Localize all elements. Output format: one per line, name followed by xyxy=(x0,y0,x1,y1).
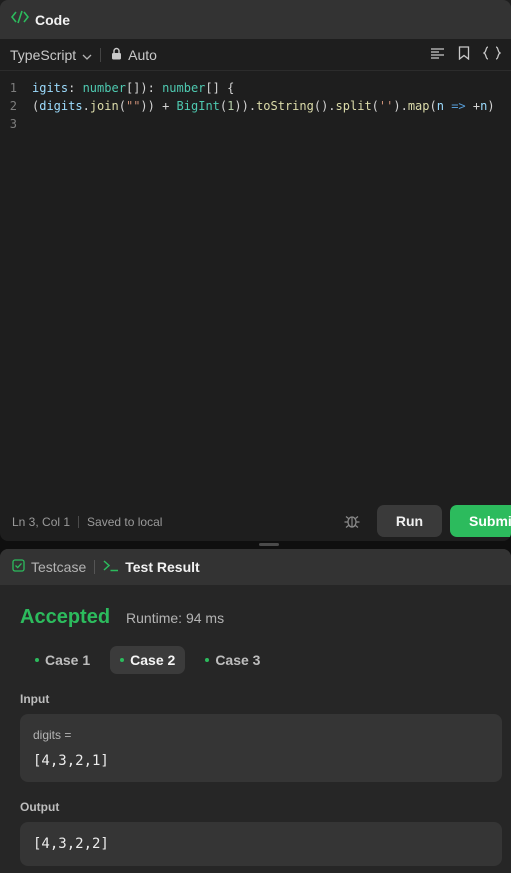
code-token: [] { xyxy=(205,81,235,95)
code-editor[interactable]: 1 igits: number[]): number[] {2 (digits.jo… xyxy=(0,71,511,501)
language-label: TypeScript xyxy=(10,46,77,63)
code-token: => xyxy=(443,99,473,113)
case-pass-dot xyxy=(205,658,210,662)
output-label: Output xyxy=(20,800,60,814)
tab-test-result[interactable]: Test Result xyxy=(103,559,200,575)
case-tab-3[interactable]: Case 3 xyxy=(195,646,270,674)
verdict-row: Accepted Runtime: 94 ms xyxy=(20,606,224,629)
case-tab-label: Case 1 xyxy=(45,652,91,668)
tab-divider xyxy=(94,560,96,574)
input-variable-name: digits = xyxy=(33,728,72,742)
code-panel-title: Code xyxy=(35,11,70,28)
code-token: digits xyxy=(39,99,83,113)
code-line[interactable]: 1 igits: number[]): number[] { xyxy=(0,79,511,97)
code-token: ) xyxy=(487,99,495,113)
code-text: (digits.join("")) + BigInt(1)).toString(… xyxy=(32,99,495,113)
language-selector[interactable]: TypeScript xyxy=(10,47,92,63)
result-panel-header: Testcase Test Result xyxy=(0,549,511,585)
line-number: 3 xyxy=(9,117,17,131)
auto-mode-label: Auto xyxy=(128,46,157,63)
code-token: : xyxy=(68,81,83,95)
checkbox-icon xyxy=(12,559,25,575)
runtime-text: Runtime: 94 ms xyxy=(126,610,225,626)
line-number: 1 xyxy=(9,81,17,95)
case-tab-2[interactable]: Case 2 xyxy=(110,646,186,674)
code-token: "" xyxy=(125,99,141,113)
panel-resize-handle[interactable] xyxy=(259,543,279,546)
case-tabs: Case 1 Case 2 Case 3 xyxy=(25,646,270,674)
code-token: number xyxy=(162,81,206,95)
debug-icon[interactable] xyxy=(343,512,361,535)
format-icon[interactable] xyxy=(430,47,445,63)
code-line[interactable]: 2 (digits.join("")) + BigInt(1)).toString… xyxy=(0,97,511,115)
input-value: [4,3,2,1] xyxy=(33,753,109,769)
code-token: (). xyxy=(313,99,336,113)
verdict-status: Accepted xyxy=(20,606,111,628)
code-token: split xyxy=(335,99,372,113)
auto-mode-toggle[interactable]: Auto xyxy=(111,47,157,63)
run-button[interactable]: Run xyxy=(377,505,442,537)
submit-button[interactable]: Submit xyxy=(450,505,511,537)
tab-test-result-label: Test Result xyxy=(125,559,200,575)
save-status: Saved to local xyxy=(87,515,163,529)
editor-toolbar: TypeScript Auto xyxy=(0,39,511,71)
tab-testcase-label: Testcase xyxy=(31,559,87,575)
case-tab-label: Case 2 xyxy=(130,652,176,668)
code-text: igits: number[]): number[] { xyxy=(32,81,234,95)
code-panel-header: Code xyxy=(0,0,511,39)
bookmark-icon[interactable] xyxy=(458,46,470,63)
code-panel: Code TypeScript Auto 1 igits: number[]):… xyxy=(0,0,511,541)
code-token: '' xyxy=(378,99,394,113)
code-token: n xyxy=(436,99,444,113)
cursor-position: Ln 3, Col 1 xyxy=(12,515,71,529)
braces-icon[interactable] xyxy=(482,46,502,63)
case-pass-dot xyxy=(35,658,39,662)
code-token: []): xyxy=(125,81,163,95)
code-token: BigInt xyxy=(176,99,220,113)
output-box: [4,3,2,2] xyxy=(20,822,502,866)
code-line[interactable]: 3 xyxy=(0,115,511,133)
code-token: ( xyxy=(371,99,379,113)
code-token: ). xyxy=(393,99,408,113)
code-token: number xyxy=(82,81,126,95)
terminal-icon xyxy=(103,559,119,575)
input-box: digits = [4,3,2,1] xyxy=(20,714,502,782)
code-token: ( xyxy=(118,99,126,113)
code-token: igits xyxy=(32,81,69,95)
output-value: [4,3,2,2] xyxy=(33,836,109,852)
code-token: join xyxy=(89,99,119,113)
code-token: toString xyxy=(256,99,314,113)
code-token: . xyxy=(82,99,90,113)
toolbar-divider xyxy=(100,47,102,62)
input-label: Input xyxy=(20,692,50,706)
code-icon xyxy=(10,10,30,29)
chevron-down-icon xyxy=(82,47,92,63)
case-tab-label: Case 3 xyxy=(215,652,261,668)
code-token: )). xyxy=(234,99,257,113)
code-token: map xyxy=(407,99,430,113)
code-token: ( xyxy=(429,99,437,113)
tab-testcase[interactable]: Testcase xyxy=(12,559,86,575)
line-number: 2 xyxy=(9,99,17,113)
case-pass-dot xyxy=(120,658,125,662)
code-token: )) + xyxy=(140,99,177,113)
case-tab-1[interactable]: Case 1 xyxy=(25,646,100,674)
lock-icon xyxy=(111,47,122,63)
status-divider xyxy=(78,516,80,528)
